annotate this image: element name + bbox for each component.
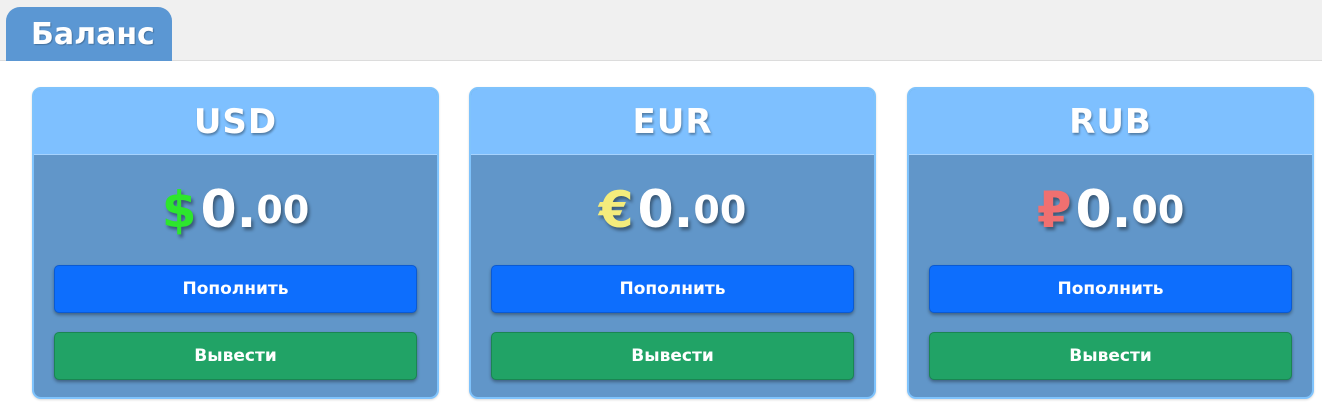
- amount-decimal: 00: [256, 188, 310, 232]
- withdraw-button[interactable]: Вывести: [929, 332, 1292, 380]
- balance-panel: USD $ 0. 00 Пополнить Вывести EUR € 0. 0…: [0, 61, 1322, 413]
- amount-integer: 0.: [1075, 180, 1132, 240]
- balance-amount: $ 0. 00: [34, 155, 437, 265]
- deposit-button[interactable]: Пополнить: [929, 265, 1292, 313]
- amount-decimal: 00: [1131, 188, 1185, 232]
- withdraw-button[interactable]: Вывести: [54, 332, 417, 380]
- card-currency-title: EUR: [471, 89, 874, 155]
- card-currency-title: RUB: [909, 89, 1312, 155]
- balance-card-rub: RUB ₽ 0. 00 Пополнить Вывести: [907, 87, 1314, 399]
- balance-card-usd: USD $ 0. 00 Пополнить Вывести: [32, 87, 439, 399]
- balance-card-eur: EUR € 0. 00 Пополнить Вывести: [469, 87, 876, 399]
- deposit-button[interactable]: Пополнить: [54, 265, 417, 313]
- ruble-icon: ₽: [1036, 181, 1072, 239]
- amount-integer: 0.: [200, 180, 257, 240]
- withdraw-button[interactable]: Вывести: [491, 332, 854, 380]
- amount-decimal: 00: [693, 188, 747, 232]
- top-bar: Баланс: [0, 0, 1322, 61]
- balance-amount: ₽ 0. 00: [909, 155, 1312, 265]
- card-currency-title: USD: [34, 89, 437, 155]
- dollar-icon: $: [161, 181, 197, 239]
- amount-integer: 0.: [637, 180, 694, 240]
- tab-balance[interactable]: Баланс: [6, 7, 172, 61]
- euro-icon: €: [598, 181, 634, 239]
- balance-amount: € 0. 00: [471, 155, 874, 265]
- deposit-button[interactable]: Пополнить: [491, 265, 854, 313]
